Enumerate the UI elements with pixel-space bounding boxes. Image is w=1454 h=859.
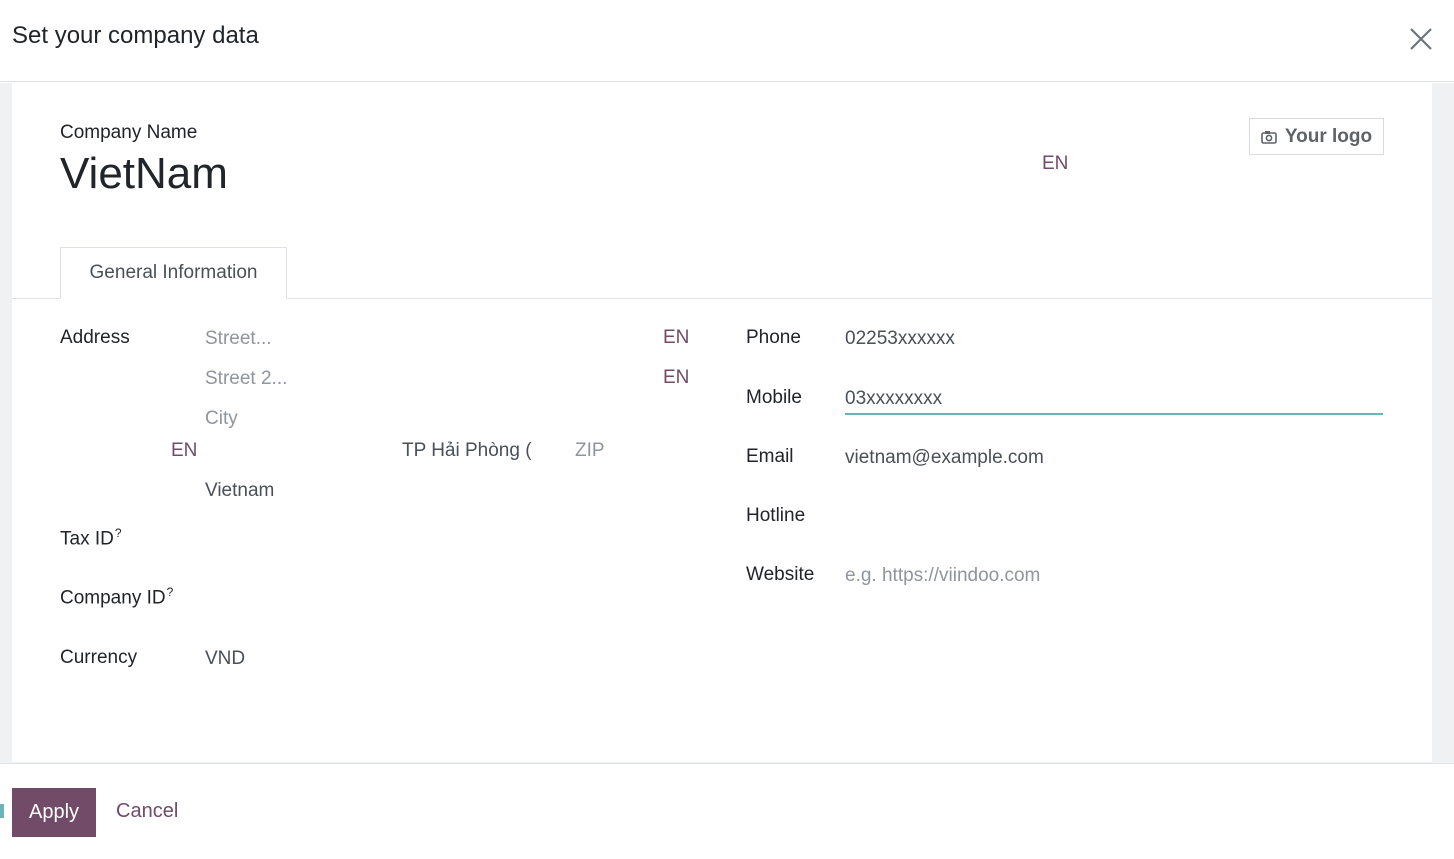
city-input[interactable]: City bbox=[205, 408, 238, 430]
tab-general-information[interactable]: General Information bbox=[60, 247, 287, 299]
mobile-label: Mobile bbox=[746, 387, 802, 408]
dialog-title: Set your company data bbox=[12, 22, 259, 49]
tax-id-help-icon[interactable]: ? bbox=[115, 526, 122, 540]
upload-logo-button[interactable]: Your logo bbox=[1249, 118, 1384, 155]
hotline-input[interactable] bbox=[845, 505, 1383, 529]
currency-select[interactable]: VND bbox=[205, 648, 245, 670]
phone-input[interactable]: 02253xxxxxx bbox=[845, 328, 955, 350]
website-label: Website bbox=[746, 564, 815, 585]
street2-lang-button[interactable]: EN bbox=[663, 367, 689, 389]
company-id-label-text: Company ID bbox=[60, 587, 166, 609]
email-input[interactable]: vietnam@example.com bbox=[845, 447, 1044, 469]
email-label: Email bbox=[746, 446, 794, 467]
company-name-label: Company Name bbox=[60, 122, 198, 143]
address-label: Address bbox=[60, 327, 130, 348]
street-input[interactable]: Street... bbox=[205, 328, 272, 350]
street2-input[interactable]: Street 2... bbox=[205, 368, 287, 390]
hotline-label: Hotline bbox=[746, 505, 806, 526]
website-input[interactable]: e.g. https://viindoo.com bbox=[845, 565, 1040, 587]
focus-edge-marker bbox=[0, 804, 4, 818]
dialog-footer-divider bbox=[0, 763, 1454, 764]
currency-label: Currency bbox=[60, 647, 138, 668]
street-lang-button[interactable]: EN bbox=[663, 327, 689, 349]
mobile-input-focus-underline bbox=[845, 413, 1383, 415]
camera-icon bbox=[1261, 130, 1277, 144]
tax-id-label: Tax ID? bbox=[60, 526, 122, 550]
close-icon[interactable] bbox=[1404, 22, 1438, 56]
dialog-header: Set your company data bbox=[0, 0, 1454, 82]
company-name-lang-button[interactable]: EN bbox=[1042, 153, 1068, 175]
cancel-button[interactable]: Cancel bbox=[116, 800, 178, 823]
mobile-input[interactable]: 03xxxxxxxx bbox=[845, 388, 942, 410]
zip-input[interactable]: ZIP bbox=[575, 440, 605, 462]
city-lang-button[interactable]: EN bbox=[171, 440, 197, 462]
country-select[interactable]: Vietnam bbox=[205, 480, 274, 502]
company-id-label: Company ID? bbox=[60, 585, 173, 609]
company-id-help-icon[interactable]: ? bbox=[167, 585, 174, 599]
company-name-input[interactable]: VietNam bbox=[60, 149, 228, 199]
state-select[interactable]: TP Hải Phòng ( bbox=[402, 440, 532, 462]
phone-label: Phone bbox=[746, 327, 801, 348]
upload-logo-label: Your logo bbox=[1284, 125, 1373, 147]
tax-id-label-text: Tax ID bbox=[60, 528, 114, 550]
close-button[interactable] bbox=[1404, 22, 1438, 56]
apply-button[interactable]: Apply bbox=[12, 788, 96, 837]
